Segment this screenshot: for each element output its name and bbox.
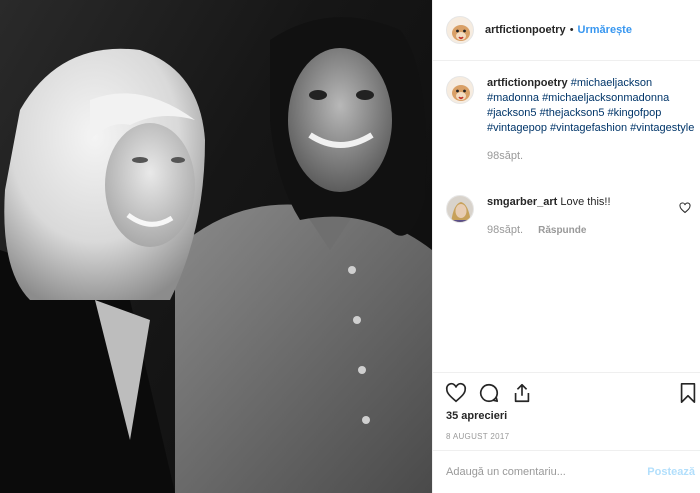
hashtag-link[interactable]: #jackson5 [487, 107, 537, 119]
comment-body: Love this!! [560, 196, 611, 208]
photo-illustration [0, 17, 432, 493]
hashtag-link[interactable]: #vintagestyle [630, 122, 694, 134]
likes-count[interactable]: 35 aprecieri [446, 410, 507, 422]
comment-timestamp[interactable]: 98săpt. [487, 223, 523, 238]
comment-icon[interactable] [478, 382, 500, 404]
avatar[interactable] [446, 16, 474, 44]
hashtag-link[interactable]: #michaeljackson [571, 77, 652, 89]
hashtag-link[interactable]: #vintagefashion [550, 122, 627, 134]
post-side-panel: artfictionpoetry • Urmărește artfictionp… [432, 0, 700, 493]
comment-input[interactable] [446, 466, 648, 478]
hashtag-link[interactable]: #madonna [487, 92, 539, 104]
caption-timestamp[interactable]: 98săpt. [487, 149, 697, 164]
heart-icon[interactable] [679, 202, 691, 214]
reply-button[interactable]: Răspunde [538, 223, 586, 238]
avatar[interactable] [446, 76, 474, 104]
post-button[interactable]: Postează [647, 466, 695, 478]
hashtag-link[interactable]: #michaeljacksonmadonna [542, 92, 669, 104]
comments-list[interactable]: artfictionpoetry #michaeljackson #madonn… [433, 61, 700, 372]
post-date[interactable]: 8 AUGUST 2017 [446, 432, 509, 441]
header-username[interactable]: artfictionpoetry [485, 24, 566, 36]
post-photo[interactable] [0, 0, 432, 493]
comment-text: smgarber_art Love this!! [487, 195, 611, 210]
list-item: smgarber_art Love this!! 98săpt. Răspund… [446, 195, 691, 238]
commenter-username[interactable]: smgarber_art [487, 196, 557, 208]
caption-username[interactable]: artfictionpoetry [487, 77, 568, 89]
add-comment-bar: Postează [433, 450, 700, 493]
header-separator: • [569, 24, 574, 36]
heart-icon[interactable] [445, 382, 467, 404]
hashtag-link[interactable]: #kingofpop [608, 107, 662, 119]
bookmark-icon[interactable] [678, 382, 698, 404]
hashtag-link[interactable]: #vintagepop [487, 122, 547, 134]
hashtag-link[interactable]: #thejackson5 [540, 107, 605, 119]
action-bar [433, 372, 700, 410]
follow-button[interactable]: Urmărește [578, 24, 632, 36]
post-caption: artfictionpoetry #michaeljackson #madonn… [446, 76, 697, 164]
commenter-avatar[interactable] [446, 195, 474, 223]
share-icon[interactable] [511, 382, 533, 404]
caption-text: artfictionpoetry #michaeljackson #madonn… [487, 76, 697, 136]
post-header: artfictionpoetry • Urmărește [433, 0, 700, 61]
